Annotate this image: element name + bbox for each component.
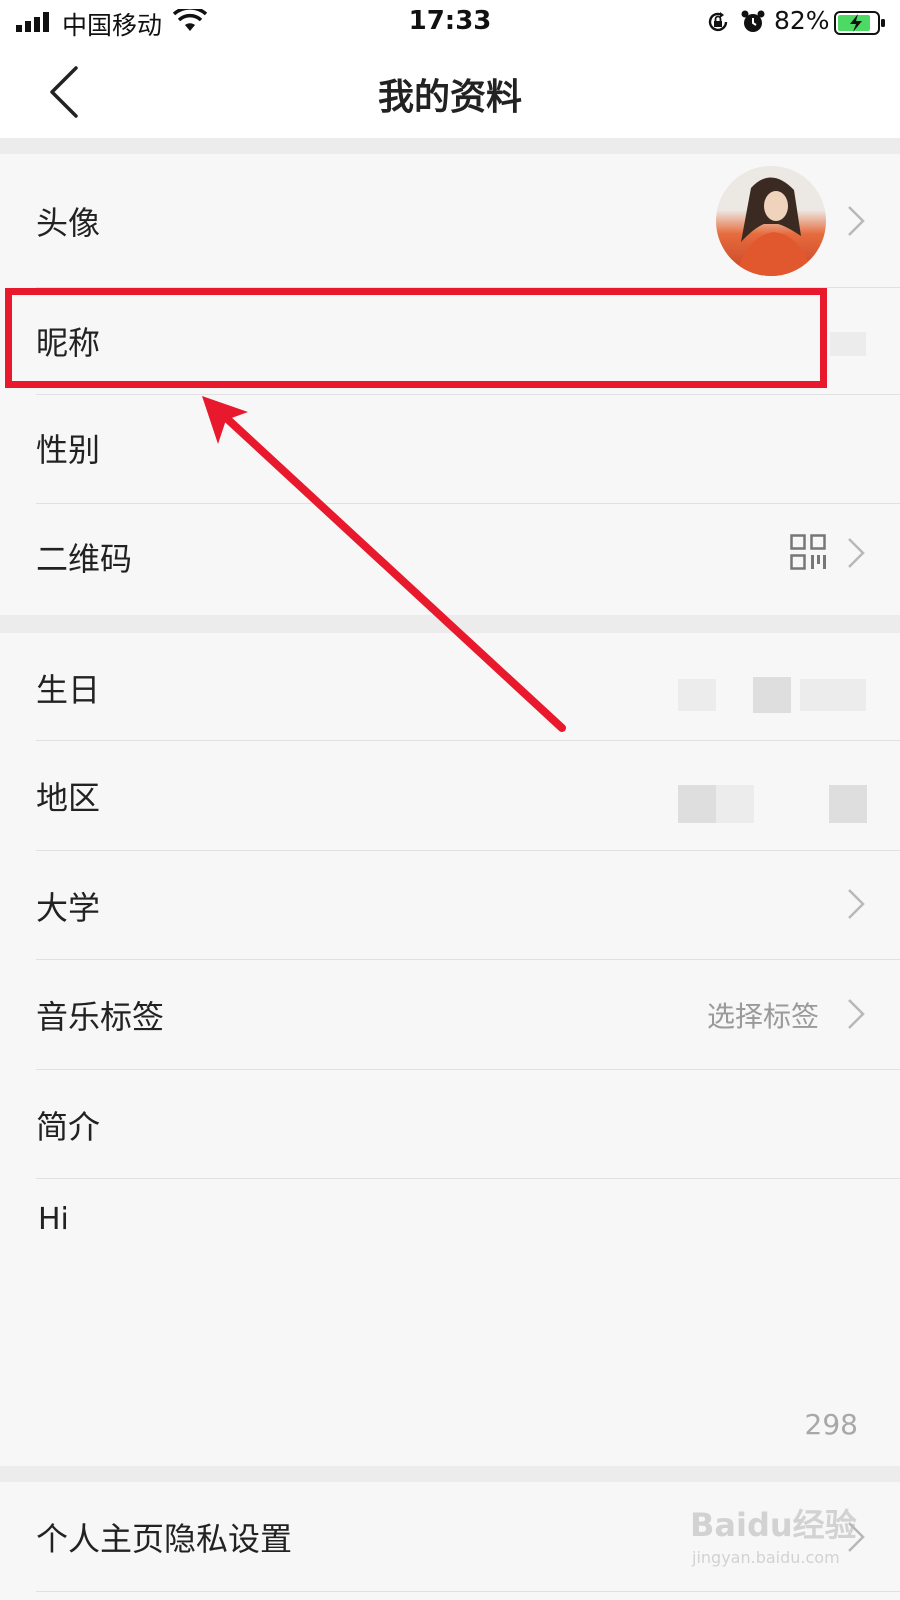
section-gap (0, 1466, 900, 1482)
chevron-right-icon (848, 889, 865, 919)
chevron-right-icon (848, 538, 865, 568)
divider (36, 1178, 900, 1179)
row-label: 生日 (36, 671, 101, 709)
alarm-icon (741, 10, 765, 32)
birthday-value-redacted (800, 679, 866, 711)
row-qrcode[interactable]: 二维码 (0, 504, 900, 615)
row-label: 性别 (36, 431, 101, 469)
row-region[interactable]: 地区 (0, 741, 900, 851)
navigation-bar: 我的资料 (0, 46, 900, 138)
avatar-illustration (736, 177, 812, 276)
chevron-right-icon (848, 206, 865, 236)
section-gap (0, 138, 900, 154)
row-introduction[interactable]: 简介 (0, 1070, 900, 1179)
rotation-lock-icon (708, 12, 728, 32)
region-value-redacted (829, 785, 867, 823)
row-label: 简介 (36, 1108, 101, 1146)
watermark-url: jingyan.baidu.com (692, 1548, 840, 1567)
annotation-highlight-box (5, 288, 827, 388)
row-label: 地区 (36, 779, 101, 817)
region-value-redacted (716, 785, 754, 823)
row-label: 头像 (36, 204, 101, 242)
section-gap (0, 615, 900, 633)
row-avatar[interactable]: 头像 (0, 154, 900, 288)
chevron-right-icon (848, 999, 865, 1029)
page-title: 我的资料 (377, 77, 522, 118)
char-count: 298 (804, 1408, 858, 1441)
battery-icon (834, 11, 885, 35)
battery-percent: 82% (774, 6, 830, 35)
row-music-tags[interactable]: 音乐标签 选择标签 (0, 960, 900, 1070)
row-university[interactable]: 大学 (0, 851, 900, 960)
birthday-value-redacted (753, 677, 791, 713)
nickname-value-redacted (830, 332, 866, 356)
row-label: 音乐标签 (36, 998, 165, 1036)
row-label: 个人主页隐私设置 (36, 1520, 293, 1558)
row-birthday[interactable]: 生日 (0, 633, 900, 741)
profile-section-details: 生日 地区 大学 音乐标签 选择标签 简介 (0, 633, 900, 1466)
divider (36, 1591, 900, 1592)
row-label: 大学 (36, 889, 101, 927)
region-value-redacted (678, 785, 716, 823)
music-tags-value: 选择标签 (707, 1000, 820, 1033)
row-gender[interactable]: 性别 (0, 395, 900, 504)
birthday-value-redacted (678, 679, 716, 711)
row-label: 二维码 (36, 540, 133, 578)
watermark-logo: Baidu经验 (690, 1506, 857, 1544)
avatar[interactable] (716, 166, 826, 276)
introduction-text[interactable]: Hi (38, 1202, 69, 1237)
status-bar: 中国移动 17:33 82% (0, 0, 900, 46)
qr-code-icon (790, 534, 826, 570)
